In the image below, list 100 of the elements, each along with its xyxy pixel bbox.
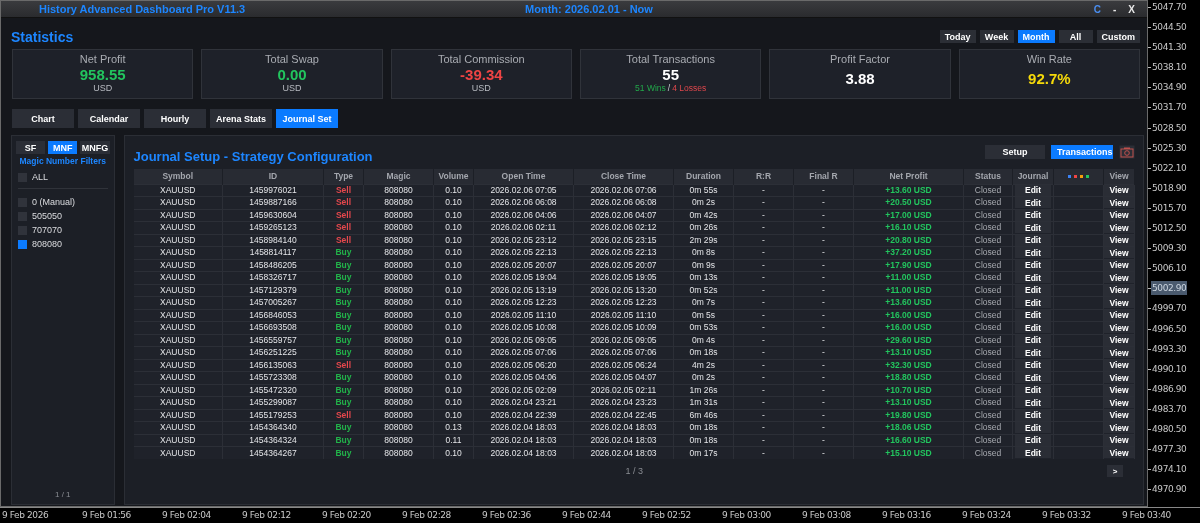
- view-button[interactable]: View: [1104, 359, 1134, 371]
- view-button[interactable]: View: [1104, 297, 1134, 308]
- price-label: 5015.70: [1151, 201, 1188, 215]
- price-label: 5009.30: [1151, 242, 1188, 256]
- table-cell: 1459887166: [222, 196, 324, 209]
- table-cell: -: [733, 284, 794, 297]
- view-button[interactable]: View: [1104, 247, 1134, 258]
- table-cell: 0.10: [433, 259, 474, 272]
- view-button[interactable]: View: [1104, 322, 1134, 333]
- stat-label: Win Rate: [1026, 53, 1072, 66]
- tab[interactable]: Chart: [12, 109, 74, 128]
- edit-button[interactable]: Edit: [1015, 397, 1051, 408]
- edit-button[interactable]: Edit: [1015, 422, 1051, 433]
- period-button[interactable]: Today: [939, 30, 976, 43]
- camera-icon[interactable]: [1119, 145, 1135, 159]
- view-button[interactable]: View: [1104, 234, 1134, 246]
- view-button[interactable]: View: [1104, 222, 1134, 233]
- view-button[interactable]: View: [1104, 397, 1134, 408]
- view-button[interactable]: View: [1104, 372, 1134, 383]
- edit-button[interactable]: Edit: [1015, 322, 1051, 333]
- edit-button[interactable]: Edit: [1015, 197, 1051, 208]
- view-button[interactable]: View: [1104, 197, 1134, 208]
- table-cell: 1454364340: [222, 421, 324, 434]
- view-button[interactable]: View: [1104, 347, 1134, 358]
- view-button[interactable]: View: [1104, 184, 1134, 196]
- status: Closed: [963, 234, 1013, 247]
- view-button[interactable]: View: [1104, 334, 1134, 346]
- table-cell: 1454364267: [222, 446, 324, 459]
- status: Closed: [963, 246, 1013, 259]
- table-cell: 2026.02.04 23:23: [573, 396, 674, 409]
- stat-label: Total Commission: [437, 53, 525, 66]
- net-profit: +32.30 USD: [853, 359, 964, 372]
- window-control-button[interactable]: X: [1124, 3, 1139, 15]
- view-button[interactable]: View: [1104, 384, 1134, 396]
- period-button[interactable]: Custom: [1096, 30, 1140, 43]
- edit-button[interactable]: Edit: [1015, 234, 1051, 246]
- view-button[interactable]: View: [1104, 284, 1134, 296]
- edit-button[interactable]: Edit: [1015, 284, 1051, 296]
- filter-tab[interactable]: MNF: [48, 141, 78, 154]
- view-button[interactable]: View: [1104, 309, 1134, 321]
- tab[interactable]: Journal Set: [276, 109, 338, 128]
- table-cell: 2026.02.05 11:10: [473, 309, 574, 322]
- edit-button[interactable]: Edit: [1015, 384, 1051, 396]
- tab[interactable]: Calendar: [78, 109, 140, 128]
- filter-tab[interactable]: MNFG: [80, 141, 110, 154]
- edit-button[interactable]: Edit: [1015, 434, 1051, 446]
- price-label: 4996.50: [1151, 322, 1188, 336]
- view-button[interactable]: View: [1104, 209, 1134, 221]
- table-cell: 2026.02.05 02:09: [473, 384, 574, 397]
- table-cell: 0m 26s: [673, 221, 734, 234]
- view-button[interactable]: View: [1104, 272, 1134, 283]
- time-label: 9 Feb 02:52: [641, 509, 692, 522]
- checkbox[interactable]: [18, 239, 27, 249]
- edit-button[interactable]: Edit: [1015, 447, 1051, 459]
- table-cell: XAUUSD: [133, 384, 223, 397]
- view-button[interactable]: View: [1104, 422, 1134, 433]
- view-button[interactable]: View: [1104, 259, 1134, 271]
- edit-button[interactable]: Edit: [1015, 184, 1051, 196]
- view-button[interactable]: View: [1104, 447, 1134, 459]
- edit-button[interactable]: Edit: [1015, 272, 1051, 283]
- edit-button[interactable]: Edit: [1015, 309, 1051, 321]
- table-cell: -: [733, 359, 794, 372]
- edit-button[interactable]: Edit: [1015, 409, 1051, 421]
- table-cell: 2026.02.04 22:39: [473, 409, 574, 422]
- edit-button[interactable]: Edit: [1015, 222, 1051, 233]
- next-page-button[interactable]: >: [1107, 465, 1123, 477]
- edit-button[interactable]: Edit: [1015, 334, 1051, 346]
- price-label: 4983.70: [1151, 402, 1188, 416]
- window-control-button[interactable]: -: [1109, 3, 1121, 15]
- edit-button[interactable]: Edit: [1015, 297, 1051, 308]
- edit-button[interactable]: Edit: [1015, 259, 1051, 271]
- edit-button[interactable]: Edit: [1015, 372, 1051, 383]
- edit-button[interactable]: Edit: [1015, 209, 1051, 221]
- view-button[interactable]: View: [1104, 409, 1134, 421]
- view-toggle-button[interactable]: Transactions: [1051, 145, 1113, 159]
- table-cell: -: [733, 309, 794, 322]
- edit-button[interactable]: Edit: [1015, 247, 1051, 258]
- table-cell: XAUUSD: [133, 334, 223, 347]
- trade-type: Sell: [323, 209, 364, 222]
- status: Closed: [963, 371, 1013, 384]
- net-profit: +13.10 USD: [853, 396, 964, 409]
- price-label: 5028.50: [1151, 121, 1188, 135]
- filter-tab[interactable]: SF: [16, 141, 46, 154]
- table-cell: 0m 5s: [673, 309, 734, 322]
- window-control-button[interactable]: C: [1089, 3, 1105, 15]
- trade-type: Buy: [323, 334, 364, 347]
- period-button[interactable]: Month: [1017, 30, 1055, 43]
- period-button[interactable]: All: [1058, 30, 1093, 43]
- edit-button[interactable]: Edit: [1015, 347, 1051, 358]
- tab[interactable]: Hourly: [144, 109, 206, 128]
- table-cell: -: [793, 396, 854, 409]
- edit-button[interactable]: Edit: [1015, 359, 1051, 371]
- table-cell: 1455179253: [222, 409, 324, 422]
- view-toggle-button[interactable]: Setup: [985, 145, 1045, 159]
- table-cell: 0m 7s: [673, 296, 734, 309]
- view-button[interactable]: View: [1104, 434, 1134, 446]
- tab[interactable]: Arena Stats: [210, 109, 272, 128]
- period-button[interactable]: Week: [979, 30, 1014, 43]
- table-cell: -: [733, 346, 794, 359]
- table-cell: -: [733, 334, 794, 347]
